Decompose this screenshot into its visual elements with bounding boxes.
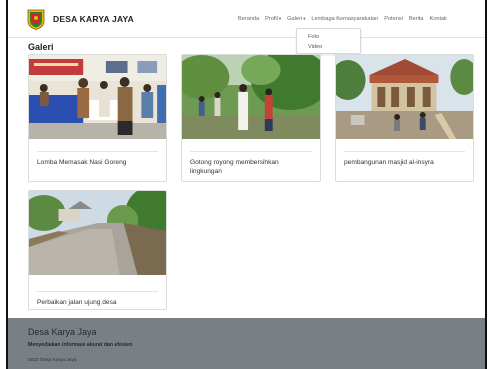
gallery-card-masjid[interactable]: pembangunan masjid al-insyra bbox=[335, 54, 474, 182]
gallery-card-perbaikan-jalan[interactable]: Perbaikan jalan ujung desa bbox=[28, 190, 167, 310]
top-navbar: DESA KARYA JAYA Beranda Profil▾ Galeri▾ … bbox=[8, 0, 485, 38]
nav-label: Kontak bbox=[429, 16, 447, 22]
card-divider bbox=[344, 151, 465, 152]
nav-label: Berita bbox=[408, 16, 424, 22]
footer-title: Desa Karya Jaya bbox=[28, 327, 97, 337]
page-title: Galeri bbox=[28, 42, 54, 52]
caret-down-icon: ▾ bbox=[278, 16, 282, 21]
main-nav: Beranda Profil▾ Galeri▾ Lembaga Kemasyar… bbox=[238, 16, 453, 22]
footer-copyright: 2023 Desa Karya Jaya bbox=[28, 358, 77, 363]
card-divider bbox=[190, 151, 312, 152]
nav-label: Profil bbox=[265, 16, 278, 22]
footer-tagline: Menyediakan informasi akurat dan efesien bbox=[28, 342, 133, 348]
nav-lembaga-kemasyarakatan[interactable]: Lembaga Kemasyarakatan bbox=[311, 16, 378, 22]
nav-label: Potensi bbox=[384, 16, 403, 22]
nav-label: Galeri bbox=[287, 16, 303, 22]
nav-label: Lembaga Kemasyarakatan bbox=[311, 16, 379, 22]
gallery-card-gotong-royong[interactable]: Gotong royong membersihkan lingkungan bbox=[181, 54, 321, 182]
event-photo-image[interactable] bbox=[182, 55, 320, 139]
dropdown-item-foto[interactable]: Foto bbox=[308, 34, 319, 40]
nav-profil[interactable]: Profil▾ bbox=[265, 16, 281, 22]
galeri-dropdown-menu: Foto Video bbox=[296, 28, 361, 54]
nav-berita[interactable]: Berita bbox=[409, 16, 424, 22]
nav-galeri[interactable]: Galeri▾ bbox=[287, 16, 305, 22]
event-photo-image[interactable] bbox=[29, 191, 166, 275]
card-divider bbox=[37, 151, 158, 152]
nav-kontak[interactable]: Kontak bbox=[430, 16, 447, 22]
nav-label: Beranda bbox=[238, 16, 260, 22]
browser-frame: DESA KARYA JAYA Beranda Profil▾ Galeri▾ … bbox=[6, 0, 487, 369]
nav-potensi[interactable]: Potensi bbox=[384, 16, 403, 22]
gallery-card-caption[interactable]: Gotong royong membersihkan lingkungan bbox=[190, 158, 312, 176]
event-photo-image[interactable] bbox=[336, 55, 473, 139]
gallery-card-caption[interactable]: pembangunan masjid al-insyra bbox=[344, 158, 465, 167]
event-photo-image[interactable] bbox=[29, 55, 166, 139]
site-footer: Desa Karya Jaya Menyediakan informasi ak… bbox=[8, 318, 485, 369]
brand-name[interactable]: DESA KARYA JAYA bbox=[53, 14, 134, 24]
nav-beranda[interactable]: Beranda bbox=[238, 16, 259, 22]
gallery-card-caption[interactable]: Perbaikan jalan ujung desa bbox=[37, 298, 158, 307]
gallery-card-caption[interactable]: Lomba Memasak Nasi Goreng bbox=[37, 158, 158, 167]
village-emblem-logo[interactable] bbox=[27, 9, 45, 30]
caret-down-icon: ▾ bbox=[303, 16, 306, 21]
dropdown-item-video[interactable]: Video bbox=[308, 44, 322, 50]
gallery-card-lomba-memasak[interactable]: Lomba Memasak Nasi Goreng bbox=[28, 54, 167, 182]
card-divider bbox=[37, 291, 158, 292]
